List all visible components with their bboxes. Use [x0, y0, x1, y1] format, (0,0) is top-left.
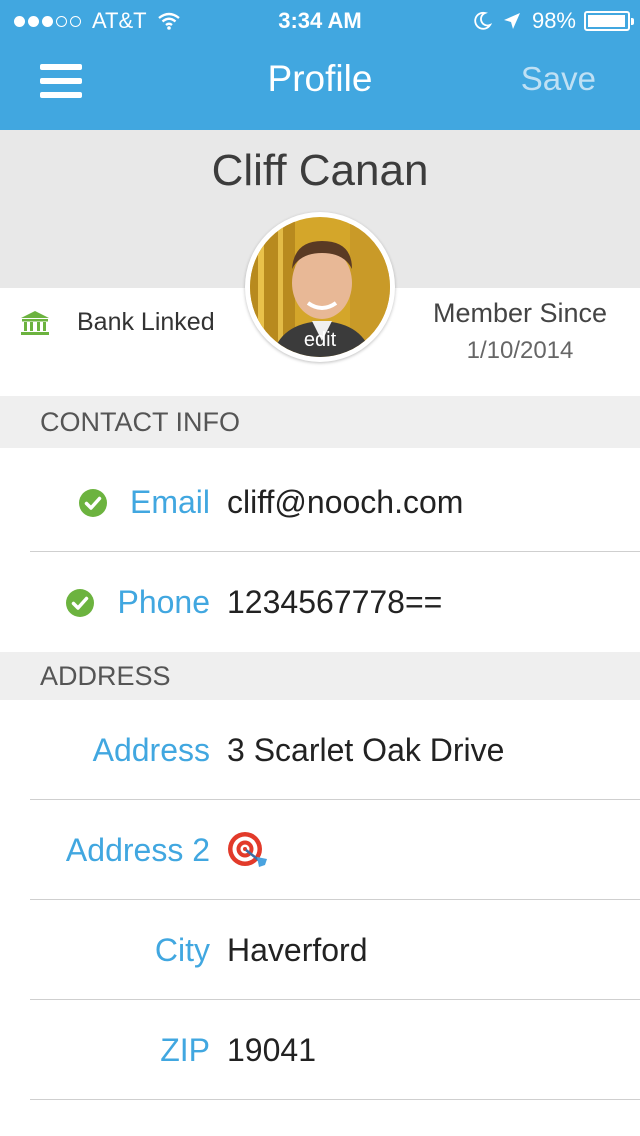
member-since-date: 1/10/2014 [466, 337, 574, 364]
member-since-label: Member Since [432, 298, 608, 328]
email-label: Email [129, 484, 210, 520]
email-field[interactable]: cliff@nooch.com [227, 452, 463, 552]
address-row[interactable]: Address 3 Scarlet Oak Drive [0, 700, 640, 800]
location-arrow-icon [503, 13, 520, 29]
address2-label: Address 2 [65, 832, 210, 868]
bank-status: Bank Linked [20, 308, 215, 337]
avatar-edit-label[interactable]: edit [245, 329, 395, 352]
phone-label: Phone [117, 584, 210, 620]
battery-fill [588, 15, 625, 27]
row-divider [30, 1099, 640, 1100]
section-header-contact: CONTACT INFO [0, 396, 640, 448]
email-row[interactable]: Email cliff@nooch.com [0, 452, 640, 552]
avatar[interactable]: edit [245, 212, 395, 362]
verified-check-icon [79, 489, 107, 517]
phone-row[interactable]: Phone 1234567778== [0, 552, 640, 652]
address-field[interactable]: 3 Scarlet Oak Drive [227, 700, 504, 800]
battery-icon [584, 11, 634, 31]
nav-header: AT&T 3:34 AM 98% Profile Save [0, 0, 640, 130]
city-field[interactable]: Haverford [227, 900, 368, 1000]
zip-field[interactable]: 19041 [227, 1000, 316, 1100]
member-since: Member Since 1/10/2014 [400, 298, 640, 365]
bank-icon [21, 310, 49, 335]
city-row[interactable]: City Haverford [0, 900, 640, 1000]
moon-icon [474, 11, 492, 30]
zip-row[interactable]: ZIP 19041 [0, 1000, 640, 1100]
save-button[interactable]: Save [521, 60, 596, 98]
zip-label: ZIP [160, 1032, 210, 1068]
verified-check-icon [66, 589, 94, 617]
section-header-address: ADDRESS [0, 652, 640, 700]
target-icon [228, 832, 267, 867]
city-label: City [154, 932, 210, 968]
battery-percent: 98% [531, 8, 576, 33]
status-right: 98% [472, 8, 634, 34]
user-name: Cliff Canan [211, 146, 429, 195]
address-label: Address [92, 732, 210, 768]
phone-field[interactable]: 1234567778== [227, 552, 442, 652]
address2-row[interactable]: Address 2 [0, 800, 640, 900]
bank-status-label: Bank Linked [77, 308, 215, 336]
status-bar: AT&T 3:34 AM 98% [0, 0, 640, 40]
